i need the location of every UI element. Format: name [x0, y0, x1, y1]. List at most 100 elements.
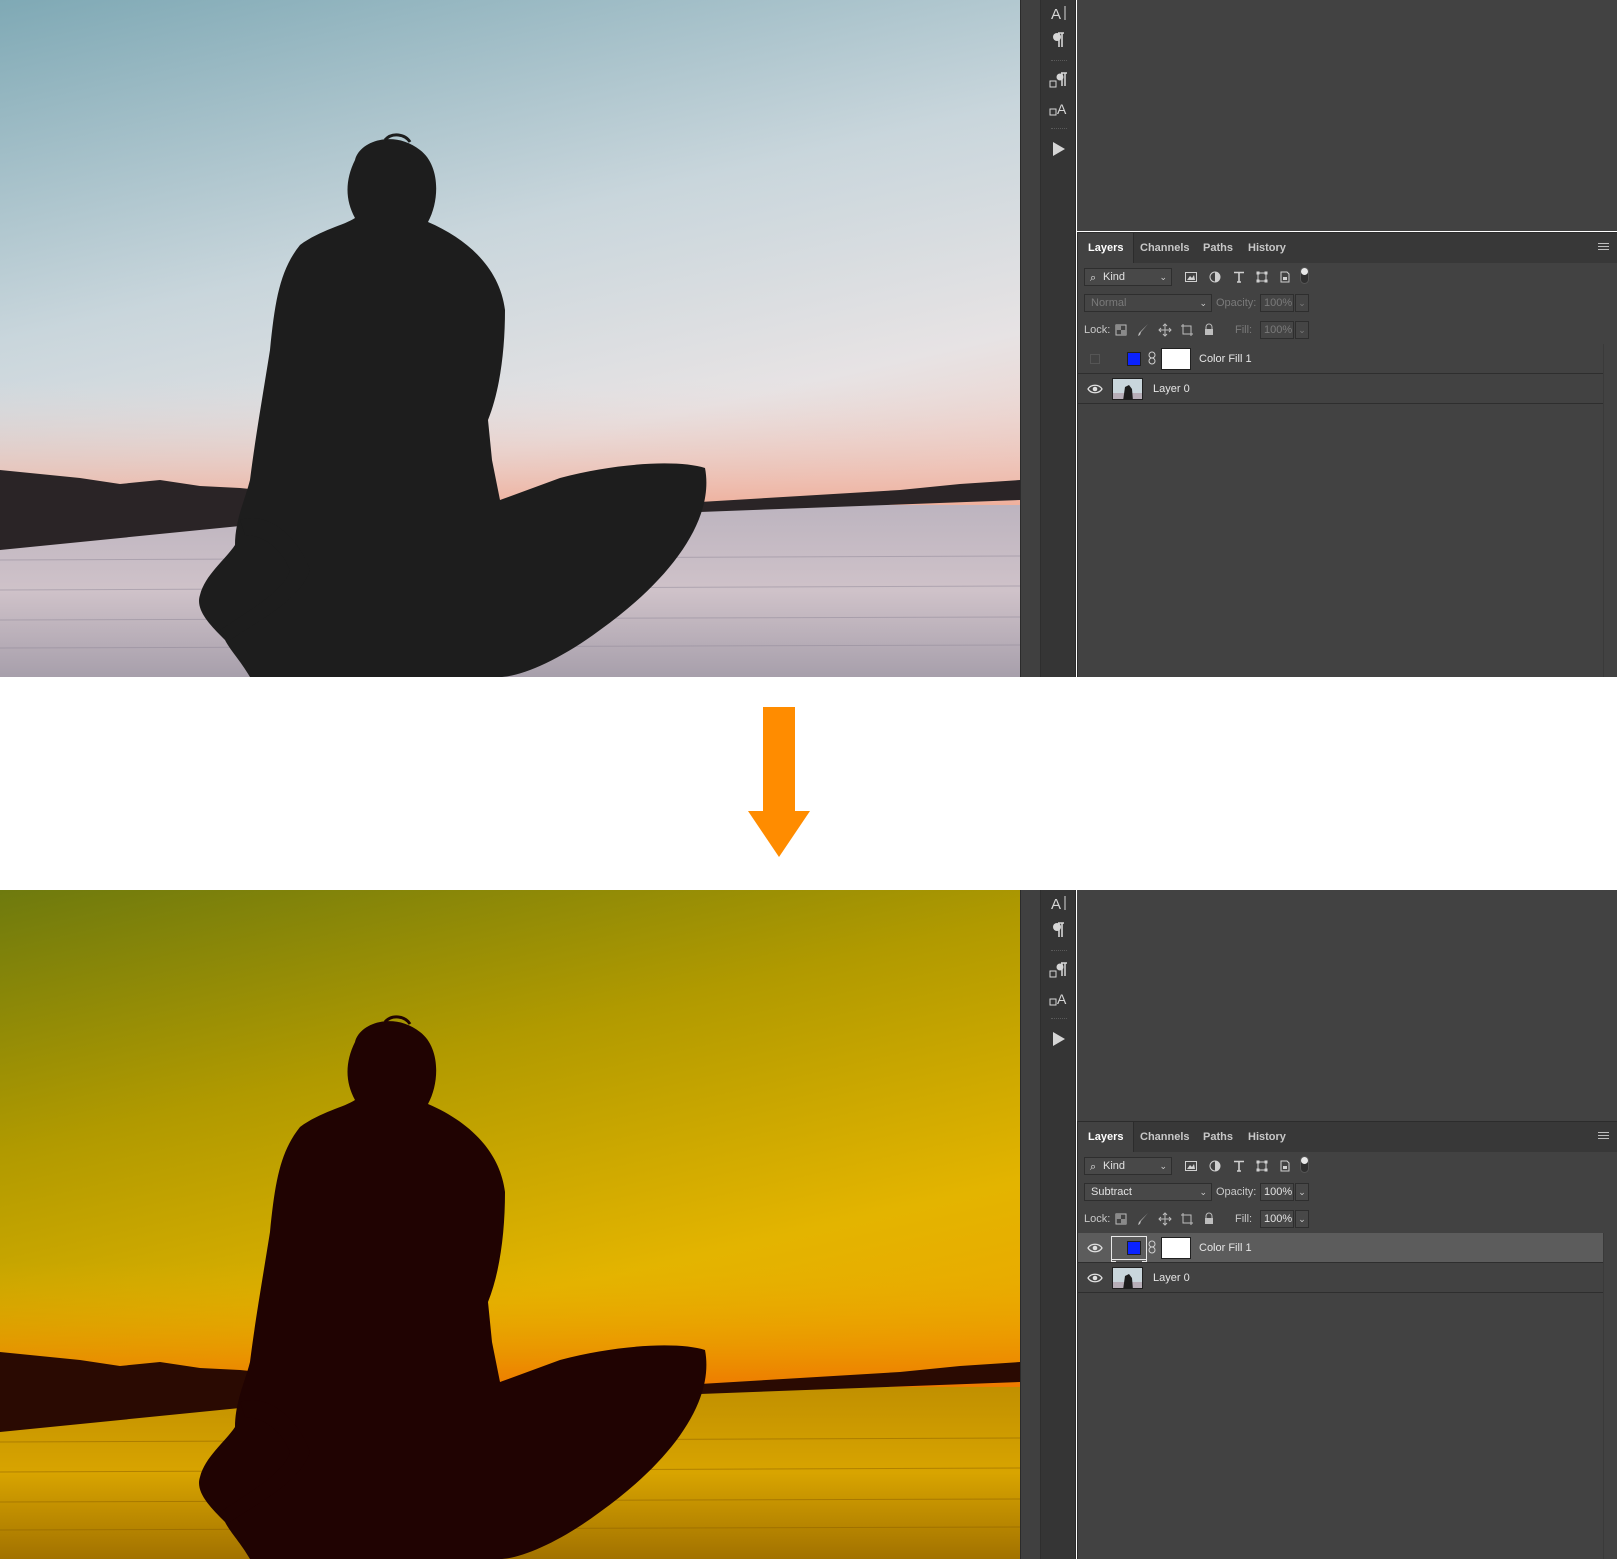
panel-separator	[1020, 890, 1040, 1559]
character-styles-icon[interactable]: A	[1041, 96, 1077, 122]
visibility-toggle-off[interactable]	[1090, 354, 1100, 364]
opacity-input[interactable]: 100%	[1260, 294, 1294, 312]
shape-filter-icon[interactable]	[1256, 1160, 1268, 1172]
layer-name[interactable]: Layer 0	[1153, 1263, 1190, 1293]
panel-menu-icon[interactable]	[1598, 1132, 1609, 1141]
lock-all-icon[interactable]	[1202, 323, 1216, 337]
opacity-chevron-icon[interactable]: ⌄	[1295, 1183, 1309, 1201]
image-filter-icon[interactable]	[1185, 271, 1197, 283]
play-icon[interactable]	[1041, 1027, 1077, 1053]
document-canvas[interactable]	[0, 0, 1020, 677]
eye-icon[interactable]	[1087, 1241, 1103, 1255]
layer-name[interactable]: Color Fill 1	[1199, 344, 1252, 374]
paragraph-styles-icon[interactable]	[1041, 68, 1077, 94]
layer-name[interactable]: Layer 0	[1153, 374, 1190, 404]
character-styles-icon[interactable]: A	[1041, 986, 1077, 1012]
lock-artboard-icon[interactable]	[1180, 323, 1194, 337]
kind-filter-select[interactable]: ⌕ Kind ⌄	[1084, 268, 1172, 286]
chevron-down-icon: ⌄	[1159, 272, 1167, 282]
layer-mask-thumbnail[interactable]	[1161, 1237, 1191, 1259]
lock-row: Lock: Fill: 100% ⌄	[1078, 317, 1617, 344]
lock-row: Lock: Fill: 100% ⌄	[1078, 1206, 1617, 1233]
fill-chevron-icon[interactable]: ⌄	[1295, 1210, 1309, 1228]
tab-layers[interactable]: Layers	[1078, 1122, 1135, 1152]
lock-transparent-icon[interactable]	[1114, 1212, 1128, 1226]
filter-toggle[interactable]	[1300, 267, 1309, 284]
smart-object-filter-icon[interactable]	[1279, 1160, 1291, 1172]
fill-label: Fill:	[1235, 1213, 1253, 1225]
layer-name[interactable]: Color Fill 1	[1199, 1233, 1252, 1263]
layer-row-layer-0[interactable]: Layer 0	[1078, 1263, 1603, 1293]
chevron-down-icon: ⌄	[1199, 298, 1207, 308]
filter-toggle[interactable]	[1300, 1156, 1309, 1173]
adjustment-filter-icon[interactable]	[1209, 271, 1221, 283]
tab-channels[interactable]: Channels	[1130, 1122, 1200, 1152]
blend-row: Subtract ⌄ Opacity: 100% ⌄	[1078, 1179, 1617, 1206]
tab-paths[interactable]: Paths	[1193, 233, 1243, 263]
layer-row-color-fill[interactable]: Color Fill 1	[1078, 344, 1603, 374]
blend-mode-value: Subtract	[1091, 1186, 1132, 1198]
layer-thumbnail[interactable]	[1112, 378, 1143, 400]
lock-paint-icon[interactable]	[1136, 1212, 1150, 1226]
surfer-photo-after	[0, 890, 1020, 1559]
panel-tabs: Layers Channels Paths History	[1078, 1122, 1617, 1152]
tab-history[interactable]: History	[1238, 233, 1296, 263]
lock-artboard-icon[interactable]	[1180, 1212, 1194, 1226]
blend-mode-value: Normal	[1091, 297, 1127, 309]
grip	[1051, 1018, 1067, 1019]
layers-scrollbar[interactable]	[1603, 1233, 1617, 1559]
layer-thumbnail[interactable]	[1112, 1267, 1143, 1289]
before-screenshot: A A Layers Channels Paths History ⌕ Kind…	[0, 0, 1617, 677]
tab-paths[interactable]: Paths	[1193, 1122, 1243, 1152]
layers-scrollbar[interactable]	[1603, 344, 1617, 677]
image-filter-icon[interactable]	[1185, 1160, 1197, 1172]
color-fill-thumbnail[interactable]	[1127, 352, 1141, 366]
filter-row: ⌕ Kind ⌄	[1078, 263, 1617, 290]
type-filter-icon[interactable]	[1233, 271, 1245, 283]
layers-panel: Layers Channels Paths History ⌕ Kind ⌄ N…	[1077, 232, 1617, 677]
lock-position-icon[interactable]	[1158, 323, 1172, 337]
paragraph-icon[interactable]	[1041, 918, 1077, 944]
upper-dock	[1077, 890, 1617, 1121]
arrow-down-icon	[748, 707, 810, 857]
smart-object-filter-icon[interactable]	[1279, 271, 1291, 283]
link-icon[interactable]	[1148, 1240, 1156, 1254]
opacity-input[interactable]: 100%	[1260, 1183, 1294, 1201]
shape-filter-icon[interactable]	[1256, 271, 1268, 283]
document-canvas[interactable]	[0, 890, 1020, 1559]
paragraph-icon[interactable]	[1041, 28, 1077, 54]
play-icon[interactable]	[1041, 137, 1077, 163]
type-filter-icon[interactable]	[1233, 1160, 1245, 1172]
chevron-down-icon: ⌄	[1159, 1161, 1167, 1171]
kind-filter-select[interactable]: ⌕ Kind ⌄	[1084, 1157, 1172, 1175]
opacity-label: Opacity:	[1216, 297, 1257, 309]
tab-channels[interactable]: Channels	[1130, 233, 1200, 263]
blend-mode-select[interactable]: Subtract ⌄	[1084, 1183, 1212, 1201]
adjustment-filter-icon[interactable]	[1209, 1160, 1221, 1172]
lock-paint-icon[interactable]	[1136, 323, 1150, 337]
lock-position-icon[interactable]	[1158, 1212, 1172, 1226]
fill-chevron-icon[interactable]: ⌄	[1295, 321, 1309, 339]
tab-layers[interactable]: Layers	[1078, 233, 1135, 263]
kind-filter-value: Kind	[1103, 1160, 1126, 1172]
svg-text:A: A	[1057, 991, 1067, 1007]
link-icon[interactable]	[1148, 351, 1156, 365]
blend-mode-select[interactable]: Normal ⌄	[1084, 294, 1212, 312]
eye-icon[interactable]	[1087, 1271, 1103, 1285]
character-icon[interactable]: A	[1041, 0, 1077, 26]
layer-row-color-fill[interactable]: Color Fill 1	[1078, 1233, 1603, 1263]
paragraph-styles-icon[interactable]	[1041, 958, 1077, 984]
lock-transparent-icon[interactable]	[1114, 323, 1128, 337]
layer-mask-thumbnail[interactable]	[1161, 348, 1191, 370]
character-icon[interactable]: A	[1041, 890, 1077, 916]
opacity-chevron-icon[interactable]: ⌄	[1295, 294, 1309, 312]
fill-input[interactable]: 100%	[1260, 1210, 1294, 1228]
color-fill-thumbnail[interactable]	[1127, 1241, 1141, 1255]
fill-input[interactable]: 100%	[1260, 321, 1294, 339]
layer-row-layer-0[interactable]: Layer 0	[1078, 374, 1603, 404]
eye-icon[interactable]	[1087, 382, 1103, 396]
tab-history[interactable]: History	[1238, 1122, 1296, 1152]
panel-menu-icon[interactable]	[1598, 243, 1609, 252]
fill-label: Fill:	[1235, 324, 1253, 336]
lock-all-icon[interactable]	[1202, 1212, 1216, 1226]
